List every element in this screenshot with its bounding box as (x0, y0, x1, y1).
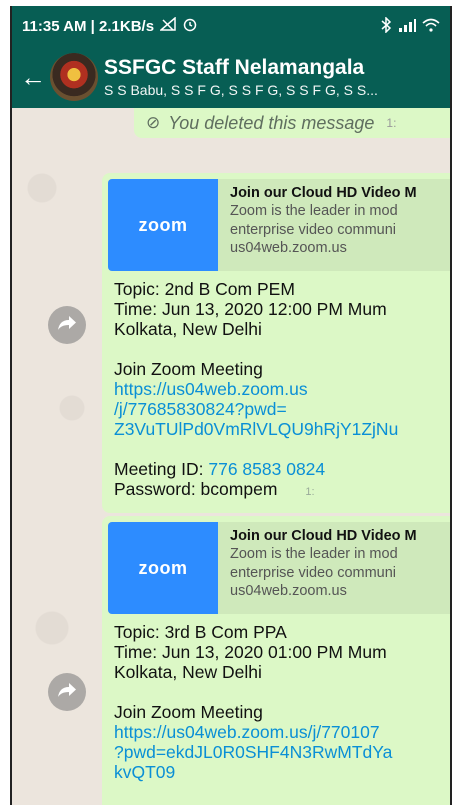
back-arrow-icon[interactable]: ← (18, 64, 48, 90)
time-line-2: Kolkata, New Delhi (114, 319, 262, 339)
meeting-link-line[interactable]: /j/77685830824?pwd= (114, 399, 450, 419)
forward-button[interactable] (48, 673, 86, 711)
forward-icon (57, 682, 77, 703)
group-avatar[interactable] (50, 53, 98, 101)
password-line: Password: bcompem 1: (114, 479, 450, 502)
signal-icon (398, 18, 416, 35)
meeting-link-line[interactable]: kvQT09 (114, 762, 450, 782)
meeting-link-line[interactable]: Z3VuTUlPd0VmRlVLQU9hRjY1ZjNu (114, 419, 450, 439)
status-bar: 11:35 AM | 2.1KB/s (12, 6, 450, 46)
bluetooth-icon (380, 15, 392, 36)
meeting-link-line[interactable]: ?pwd=ekdJL0R0SHF4N3RwMTdYa (114, 742, 450, 762)
topic-line: Topic: 2nd B Com PEM (114, 279, 295, 299)
chat-header: ← SSFGC Staff Nelamangala S S Babu, S S … (12, 46, 450, 108)
alarm-icon (182, 16, 198, 36)
zoom-logo: zoom (108, 179, 218, 271)
meeting-link[interactable]: https://us04web.zoom.us/j/770107 ?pwd=ek… (114, 722, 450, 782)
message-text: Topic: 2nd B Com PEM Time: Jun 13, 2020 … (108, 271, 450, 502)
meeting-link-line[interactable]: https://us04web.zoom.us (114, 379, 450, 399)
status-time: 11:35 AM | 2.1KB/s (22, 17, 155, 35)
link-preview[interactable]: zoom Join our Cloud HD Video M Zoom is t… (108, 179, 450, 271)
message-bubble[interactable]: zoom Join our Cloud HD Video M Zoom is t… (102, 173, 450, 513)
message-bubble[interactable]: zoom Join our Cloud HD Video M Zoom is t… (102, 516, 450, 805)
preview-title: Join our Cloud HD Video M (230, 528, 417, 544)
join-label: Join Zoom Meeting (114, 359, 263, 379)
meeting-id-label: Meeting ID: (114, 459, 209, 479)
chat-area[interactable]: ⊘ You deleted this message 1: zoom Join … (12, 108, 450, 805)
message-time: 1: (386, 116, 397, 130)
group-members: S S Babu, S S F G, S S F G, S S F G, S S… (104, 82, 378, 98)
topic-line: Topic: 3rd B Com PPA (114, 622, 287, 642)
header-titles[interactable]: SSFGC Staff Nelamangala S S Babu, S S F … (104, 56, 378, 98)
meeting-id-line: Meeting ID: 776 8583 0824 (114, 459, 450, 479)
join-label: Join Zoom Meeting (114, 702, 263, 722)
signal-off-icon (159, 16, 176, 35)
deleted-text: You deleted this message (168, 112, 375, 133)
preview-desc-1: Zoom is the leader in mod (230, 546, 398, 562)
forward-icon (57, 315, 77, 336)
preview-domain: us04web.zoom.us (230, 240, 347, 256)
group-title: SSFGC Staff Nelamangala (104, 56, 365, 79)
wifi-icon (422, 18, 440, 35)
meeting-link-line[interactable]: https://us04web.zoom.us/j/770107 (114, 722, 450, 742)
preview-desc-1: Zoom is the leader in mod (230, 203, 398, 219)
time-line: Time: Jun 13, 2020 12:00 PM Mum (114, 299, 387, 319)
preview-desc-2: enterprise video communi (230, 565, 397, 581)
message-time: 1: (305, 486, 315, 498)
forward-button[interactable] (48, 306, 86, 344)
deleted-message[interactable]: ⊘ You deleted this message 1: (134, 108, 450, 138)
phone-screen: 11:35 AM | 2.1KB/s ← SSFGC Staff Nelaman… (10, 6, 452, 805)
time-line-2: Kolkata, New Delhi (114, 662, 262, 682)
preview-desc-2: enterprise video communi (230, 222, 397, 238)
preview-domain: us04web.zoom.us (230, 583, 347, 599)
message-text: Topic: 3rd B Com PPA Time: Jun 13, 2020 … (108, 614, 450, 782)
link-preview[interactable]: zoom Join our Cloud HD Video M Zoom is t… (108, 522, 450, 614)
password-text: Password: bcompem (114, 479, 278, 499)
zoom-logo: zoom (108, 522, 218, 614)
meeting-link[interactable]: https://us04web.zoom.us /j/77685830824?p… (114, 379, 450, 439)
ban-icon: ⊘ (146, 113, 161, 132)
meeting-id-link[interactable]: 776 8583 0824 (208, 459, 325, 479)
time-line: Time: Jun 13, 2020 01:00 PM Mum (114, 642, 387, 662)
preview-title: Join our Cloud HD Video M (230, 185, 417, 201)
